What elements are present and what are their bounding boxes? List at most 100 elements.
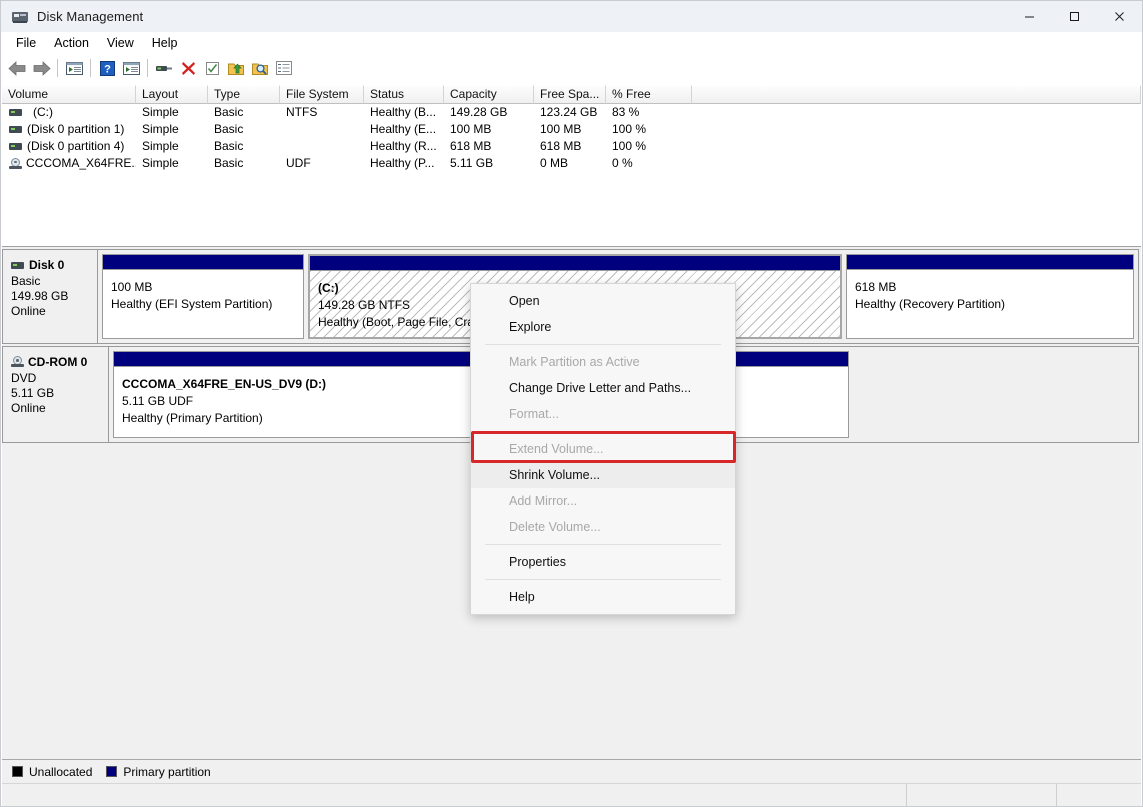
volume-cell-layout: Simple [142,122,179,136]
partition-block[interactable]: 100 MB Healthy (EFI System Partition) [102,254,304,339]
status-pane-2 [907,784,1057,806]
volume-cell-volume: (Disk 0 partition 4) [2,138,136,155]
up-one-level-icon[interactable] [62,56,86,80]
forward-icon[interactable] [29,56,53,80]
disk-management-window: Disk Management File Action View Help ? … [0,0,1143,807]
legend-item: Primary partition [106,765,211,779]
legend-swatch [106,766,118,777]
partition-status: Healthy (EFI System Partition) [111,297,273,311]
volume-cell-free_space: 618 MB [540,139,582,153]
detail-view-icon[interactable] [272,56,296,80]
volume-cell-file_system: NTFS [286,105,318,119]
volume-cell-free_space: 0 MB [540,156,569,170]
minimize-button[interactable] [1007,1,1052,32]
partition-color-bar [310,256,840,271]
partition-block[interactable]: 618 MB Healthy (Recovery Partition) [846,254,1134,339]
menu-separator [485,344,721,345]
maximize-button[interactable] [1052,1,1097,32]
menu-bar: File Action View Help [1,32,1142,54]
volume-cell-volume: CCCOMA_X64FRE... [2,155,136,172]
partition-status: Healthy (Recovery Partition) [855,297,1006,311]
status-bar [2,783,1141,806]
volume-cell-layout: Simple [142,105,179,119]
volume-cell-free_space: 123.24 GB [540,105,598,119]
delete-icon[interactable] [176,56,200,80]
cd-icon [9,157,22,170]
context-menu-item: Add Mirror... [509,494,578,508]
menu-help[interactable]: Help [143,34,187,52]
disk-size: 5.11 GB [11,386,55,400]
volume-cell-type: Basic [214,122,244,136]
status-pane-3 [1057,784,1141,806]
disk-management-icon [12,9,28,25]
volume-cell-percent_free: 0 % [612,156,633,170]
menu-view[interactable]: View [98,34,143,52]
toolbar-separator [147,59,148,77]
drive-icon [9,125,22,134]
menu-separator [485,431,721,432]
volume-column-header[interactable]: Free Spa... [534,85,606,104]
toolbar-separator [90,59,91,77]
disk-name: Disk 0 [29,258,65,272]
volume-column-header[interactable] [692,85,1141,104]
volume-cell-type: Basic [214,156,244,170]
table-row[interactable]: CCCOMA_X64FRE... Simple Basic UDF Healthy (P… [2,155,1141,172]
volume-column-header[interactable]: File System [280,85,364,104]
volume-name: (Disk 0 partition 4) [27,139,125,153]
volume-column-header[interactable]: Layout [136,85,208,104]
table-row[interactable]: (C:) Simple Basic NTFS Healthy (B... 149.28 G… [2,104,1141,121]
volume-name: (Disk 0 partition 1) [27,122,125,136]
status-pane-1 [2,784,907,806]
drive-icon [9,142,22,151]
drive-icon [9,108,22,117]
volume-cell-status: Healthy (B... [370,105,437,119]
cdrom-icon [11,356,24,368]
partition-size: 100 MB [111,280,153,294]
back-icon[interactable] [5,56,29,80]
volume-cell-percent_free: 100 % [612,139,647,153]
volume-cell-capacity: 100 MB [450,122,492,136]
disk-icon [11,261,24,270]
volume-column-header[interactable]: Capacity [444,85,534,104]
title-bar: Disk Management [1,1,1142,32]
menu-action[interactable]: Action [45,34,98,52]
disk-info[interactable]: CD-ROM 0 DVD 5.11 GB Online [3,347,109,442]
find-icon[interactable] [248,56,272,80]
export-list-icon[interactable] [224,56,248,80]
window-controls [1007,1,1142,32]
properties-check-icon[interactable] [200,56,224,80]
volume-cell-type: Basic [214,105,244,119]
disk-type: Basic [11,274,41,288]
menu-separator [485,544,721,545]
context-menu-item[interactable]: Change Drive Letter and Paths... [471,375,735,401]
volume-cell-layout: Simple [142,156,179,170]
table-row[interactable]: (Disk 0 partition 1) Simple Basic Healthy (… [2,121,1141,138]
volume-column-header[interactable]: Type [208,85,280,104]
disk-name: CD-ROM 0 [28,355,88,369]
disk-status: Online [11,304,46,318]
help-icon[interactable]: ? [95,56,119,80]
table-row[interactable]: (Disk 0 partition 4) Simple Basic Healthy (… [2,138,1141,155]
context-menu-item: Mark Partition as Active [509,355,640,369]
disk-info[interactable]: Disk 0 Basic 149.98 GB Online [3,250,98,343]
partition-color-bar [847,255,1133,270]
context-menu-item[interactable]: Help [471,584,735,610]
volume-column-header[interactable]: Status [364,85,444,104]
menu-file[interactable]: File [7,34,45,52]
volume-cell-volume: (Disk 0 partition 1) [2,121,136,138]
context-menu-item[interactable]: Shrink Volume... [471,462,735,488]
volume-column-header[interactable]: % Free [606,85,692,104]
partition-size: 618 MB [855,280,897,294]
show-hide-console-tree-icon[interactable] [119,56,143,80]
rescan-disks-icon[interactable] [152,56,176,80]
legend-item: Unallocated [12,765,92,779]
menu-separator [485,579,721,580]
legend-label: Unallocated [29,764,93,779]
volume-cell-capacity: 149.28 GB [450,105,508,119]
context-menu-item[interactable]: Open [471,288,735,314]
close-button[interactable] [1097,1,1142,32]
context-menu-item[interactable]: Explore [471,314,735,340]
svg-text:?: ? [104,63,111,75]
context-menu-item[interactable]: Properties [471,549,735,575]
volume-column-header[interactable]: Volume [2,85,136,104]
